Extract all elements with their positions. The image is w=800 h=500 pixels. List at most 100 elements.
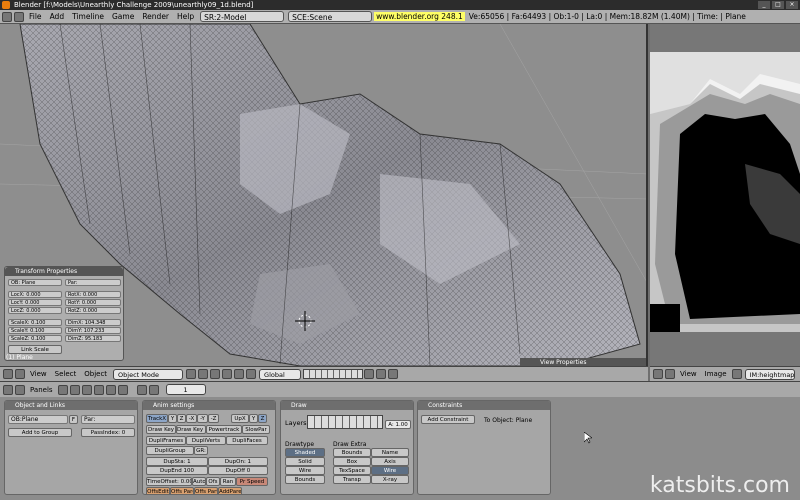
editor-type-icon[interactable] xyxy=(3,369,13,379)
time-offset-field[interactable]: TimeOffset: 0.00 xyxy=(146,477,192,486)
draw-type-icon[interactable] xyxy=(186,369,197,379)
manipulator-icon[interactable] xyxy=(210,369,221,379)
dupend-field[interactable]: DupEnd 100 xyxy=(146,466,208,475)
track-x-button[interactable]: TrackX xyxy=(146,414,168,423)
parent-field[interactable]: Par: xyxy=(81,415,135,424)
powertrack-button[interactable]: Powertrack xyxy=(206,425,242,434)
minimize-icon[interactable]: _ xyxy=(758,1,770,9)
add-constraint-button[interactable]: Add Constraint xyxy=(421,415,475,424)
transform-properties-title[interactable]: Transform Properties xyxy=(5,267,123,276)
track-z-button[interactable]: Z xyxy=(177,414,186,423)
extra-axis-button[interactable]: Axis xyxy=(371,457,409,466)
group-field[interactable]: GR: xyxy=(194,446,208,455)
extra-texspace-button[interactable]: TexSpace xyxy=(333,466,371,475)
fake-user-button[interactable]: F xyxy=(69,415,78,424)
scale-x-field[interactable]: ScaleX: 0.100 xyxy=(8,319,62,326)
extra-wire-button[interactable]: Wire xyxy=(371,466,409,475)
extra-box-button[interactable]: Box xyxy=(333,457,371,466)
menu-object[interactable]: Object xyxy=(80,367,111,381)
editor-type-icon[interactable] xyxy=(3,384,13,395)
close-icon[interactable]: × xyxy=(786,1,798,9)
menu-file[interactable]: File xyxy=(25,10,46,24)
menu-image[interactable]: Image xyxy=(701,367,731,381)
editor-type-icon[interactable] xyxy=(653,369,663,379)
ran-button[interactable]: Ran xyxy=(220,477,236,486)
rotate-icon[interactable] xyxy=(234,369,245,379)
menu-add[interactable]: Add xyxy=(46,10,69,24)
info-window-icon[interactable] xyxy=(2,11,12,22)
object-name-field[interactable]: OB:Plane xyxy=(8,415,68,424)
screen-selector[interactable]: SR:2-Model xyxy=(200,11,285,22)
menu-timeline[interactable]: Timeline xyxy=(68,10,108,24)
draw-key-sel-button[interactable]: Draw Key S xyxy=(176,425,206,434)
alpha-field[interactable]: A: 1.00 xyxy=(385,420,411,429)
loc-y-field[interactable]: LocY: 0.000 xyxy=(8,299,62,306)
menu-view[interactable]: View xyxy=(676,367,701,381)
physics-icon[interactable] xyxy=(136,384,147,395)
drawtype-shaded[interactable]: Shaded xyxy=(285,448,325,457)
logic-icon[interactable] xyxy=(57,384,68,395)
rot-x-field[interactable]: RotX: 0.000 xyxy=(65,291,121,298)
shading-icon[interactable] xyxy=(81,384,92,395)
drawtype-wire[interactable]: Wire xyxy=(285,466,325,475)
collapse-menu-icon[interactable] xyxy=(15,369,25,379)
extra-bounds-button[interactable]: Bounds xyxy=(333,448,371,457)
ofs-button[interactable]: Ofs xyxy=(206,477,220,486)
up-y-button[interactable]: Y xyxy=(249,414,258,423)
object-icon[interactable] xyxy=(93,384,104,395)
frame-field[interactable]: 1 xyxy=(165,384,206,395)
scene-selector[interactable]: SCE:Scene xyxy=(288,11,373,22)
menu-render[interactable]: Render xyxy=(138,10,173,24)
layer-buttons[interactable] xyxy=(303,369,364,379)
draw-key-button[interactable]: Draw Key xyxy=(146,425,176,434)
dim-x-field[interactable]: DimX: 104.348 xyxy=(65,319,121,326)
slowpar-button[interactable]: SlowPar xyxy=(242,425,270,434)
dupon-field[interactable]: DupOn: 1 xyxy=(208,457,268,466)
add-to-group-button[interactable]: Add to Group xyxy=(8,428,72,437)
dupliframes-button[interactable]: DupliFrames xyxy=(146,436,186,445)
track-neg-x-button[interactable]: -X xyxy=(186,414,197,423)
particles-icon[interactable] xyxy=(148,384,159,395)
dupliverts-button[interactable]: DupliVerts xyxy=(186,436,226,445)
up-x-button[interactable]: UpX xyxy=(231,414,249,423)
translate-icon[interactable] xyxy=(222,369,233,379)
rot-z-field[interactable]: RotZ: 0.000 xyxy=(65,307,121,314)
maximize-icon[interactable]: □ xyxy=(772,1,784,9)
collapse-menu-icon[interactable] xyxy=(665,369,675,379)
duplifaces-button[interactable]: DupliFaces xyxy=(226,436,268,445)
drawtype-bounds[interactable]: Bounds xyxy=(285,475,325,484)
uv-image-editor[interactable] xyxy=(650,24,800,366)
object-layer-buttons[interactable] xyxy=(307,415,383,429)
extra-transp-button[interactable]: Transp xyxy=(333,475,371,484)
menu-game[interactable]: Game xyxy=(108,10,138,24)
draw-title[interactable]: Draw xyxy=(281,401,413,410)
collapse-menu-icon[interactable] xyxy=(14,11,24,22)
parent-field[interactable]: Par: xyxy=(65,279,121,286)
collapse-menu-icon[interactable] xyxy=(15,384,25,395)
orientation-selector[interactable]: Global xyxy=(259,368,302,380)
view-properties-panel-title[interactable]: View Properties xyxy=(520,358,646,366)
dupligroup-button[interactable]: DupliGroup xyxy=(146,446,194,455)
editing-icon[interactable] xyxy=(105,384,116,395)
dim-z-field[interactable]: DimZ: 95.183 xyxy=(65,335,121,342)
extra-xray-button[interactable]: X-ray xyxy=(371,475,409,484)
scale-y-field[interactable]: ScaleY: 0.100 xyxy=(8,327,62,334)
track-y-button[interactable]: Y xyxy=(168,414,177,423)
offs-particle-button[interactable]: Offs Partic xyxy=(194,487,218,494)
rot-y-field[interactable]: RotY: 0.000 xyxy=(65,299,121,306)
lock-icon[interactable] xyxy=(364,369,375,379)
up-z-button[interactable]: Z xyxy=(258,414,267,423)
menu-select[interactable]: Select xyxy=(51,367,81,381)
image-name-field[interactable]: IM:heightmap xyxy=(744,368,795,380)
track-neg-y-button[interactable]: -Y xyxy=(197,414,208,423)
pass-index-field[interactable]: PassIndex: 0 xyxy=(81,428,135,437)
object-and-links-title[interactable]: Object and Links xyxy=(5,401,137,410)
pivot-icon[interactable] xyxy=(198,369,209,379)
dupsta-field[interactable]: DupSta: 1 xyxy=(146,457,208,466)
offs-edit-button[interactable]: OffsEdit xyxy=(146,487,170,494)
auto-button[interactable]: Auto xyxy=(192,477,206,486)
constraints-title[interactable]: Constraints xyxy=(418,401,550,410)
pr-speed-button[interactable]: Pr Speed xyxy=(236,477,268,486)
extra-name-button[interactable]: Name xyxy=(371,448,409,457)
dupoff-field[interactable]: DupOff 0 xyxy=(208,466,268,475)
